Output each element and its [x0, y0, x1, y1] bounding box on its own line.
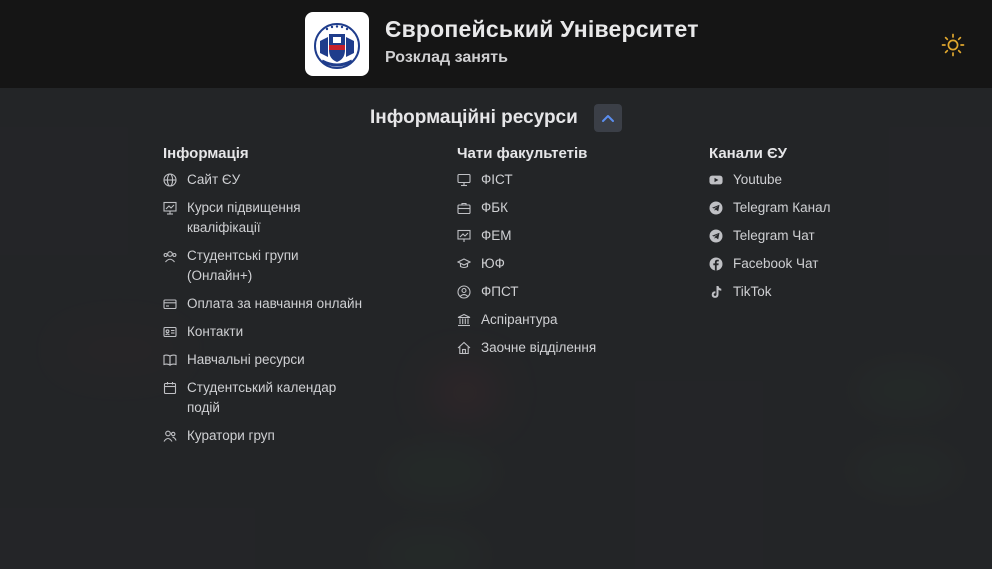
link-fem-label: ФЕМ: [481, 228, 512, 243]
link-fpst-label: ФПСТ: [481, 284, 519, 299]
link-curators[interactable]: Куратори груп: [163, 426, 363, 446]
monitor-icon: [457, 170, 471, 190]
chevron-up-icon: [600, 110, 616, 126]
credit-card-icon: [163, 294, 177, 314]
link-calendar-label: Студентський календар подій: [187, 380, 337, 415]
link-facebook[interactable]: Facebook Чат: [709, 254, 909, 274]
users-icon: [163, 246, 177, 266]
briefcase-icon: [457, 198, 471, 218]
link-tiktok[interactable]: TikTok: [709, 282, 909, 302]
info-column-title: Інформація: [163, 145, 249, 162]
link-contacts-label: Контакти: [187, 324, 244, 339]
link-fist-label: ФІСТ: [481, 172, 513, 187]
link-calendar[interactable]: Студентський календар подій: [163, 378, 363, 418]
link-courses-label: Курси підвищення кваліфікації: [187, 200, 301, 235]
link-youtube-label: Youtube: [733, 172, 783, 187]
channels-column-title: Канали ЄУ: [709, 145, 788, 162]
link-site-label: Сайт ЄУ: [187, 172, 241, 187]
link-student-groups-label: Студентські групи (Онлайн+): [187, 248, 299, 283]
link-site[interactable]: Сайт ЄУ: [163, 170, 363, 190]
link-payment-label: Оплата за навчання онлайн: [187, 296, 363, 311]
link-youtube[interactable]: Youtube: [709, 170, 909, 190]
resources-header: Інформаційні ресурси: [370, 104, 622, 132]
youtube-icon: [709, 170, 723, 190]
globe-icon: [163, 170, 177, 190]
link-curators-label: Куратори груп: [187, 428, 275, 443]
link-payment[interactable]: Оплата за навчання онлайн: [163, 294, 363, 314]
link-fist[interactable]: ФІСТ: [457, 170, 657, 190]
link-postgrad-label: Аспірантура: [481, 312, 558, 327]
link-fpst[interactable]: ФПСТ: [457, 282, 657, 302]
link-fem[interactable]: ФЕМ: [457, 226, 657, 246]
link-fbk[interactable]: ФБК: [457, 198, 657, 218]
contact-card-icon: [163, 322, 177, 342]
theme-toggle-button[interactable]: [940, 32, 966, 58]
telegram-icon: [709, 198, 723, 218]
link-telegram-chat-label: Telegram Чат: [733, 228, 815, 243]
link-resources[interactable]: Навчальні ресурси: [163, 350, 363, 370]
link-yuf[interactable]: ЮФ: [457, 254, 657, 274]
presentation-icon: [163, 198, 177, 218]
faculties-column: Чати факультетів ФІСТ ФБК ФЕМ ЮФ ФПСТ Ас: [457, 145, 657, 366]
telegram-icon: [709, 226, 723, 246]
link-distance-label: Заочне відділення: [481, 340, 597, 355]
resources-title: Інформаційні ресурси: [370, 107, 578, 128]
link-postgrad[interactable]: Аспірантура: [457, 310, 657, 330]
user-circle-icon: [457, 282, 471, 302]
book-icon: [163, 350, 177, 370]
app-subtitle: Розклад занять: [385, 49, 508, 66]
channels-column: Канали ЄУ Youtube Telegram Канал Telegra…: [709, 145, 909, 310]
user-group-icon: [163, 426, 177, 446]
link-courses[interactable]: Курси підвищення кваліфікації: [163, 198, 363, 238]
collapse-resources-button[interactable]: [593, 104, 622, 132]
link-facebook-label: Facebook Чат: [733, 256, 819, 271]
sun-icon: [941, 33, 965, 57]
app-header: Європейський Університет Розклад занять: [0, 0, 992, 88]
link-fbk-label: ФБК: [481, 200, 508, 215]
facebook-icon: [709, 254, 723, 274]
faculties-column-title: Чати факультетів: [457, 145, 588, 162]
link-resources-label: Навчальні ресурси: [187, 352, 305, 367]
link-student-groups[interactable]: Студентські групи (Онлайн+): [163, 246, 363, 286]
info-column: Інформація Сайт ЄУ Курси підвищення квал…: [163, 145, 363, 454]
app-title: Європейський Університет: [385, 16, 699, 42]
link-yuf-label: ЮФ: [481, 256, 505, 271]
link-telegram-channel[interactable]: Telegram Канал: [709, 198, 909, 218]
link-distance[interactable]: Заочне відділення: [457, 338, 657, 358]
link-telegram-chat[interactable]: Telegram Чат: [709, 226, 909, 246]
home-icon: [457, 338, 471, 358]
link-contacts[interactable]: Контакти: [163, 322, 363, 342]
link-tiktok-label: TikTok: [733, 284, 772, 299]
graduation-cap-icon: [457, 254, 471, 274]
chart-board-icon: [457, 226, 471, 246]
tiktok-icon: [709, 282, 723, 302]
link-telegram-channel-label: Telegram Канал: [733, 200, 831, 215]
calendar-icon: [163, 378, 177, 398]
institution-icon: [457, 310, 471, 330]
university-logo: [305, 12, 369, 76]
